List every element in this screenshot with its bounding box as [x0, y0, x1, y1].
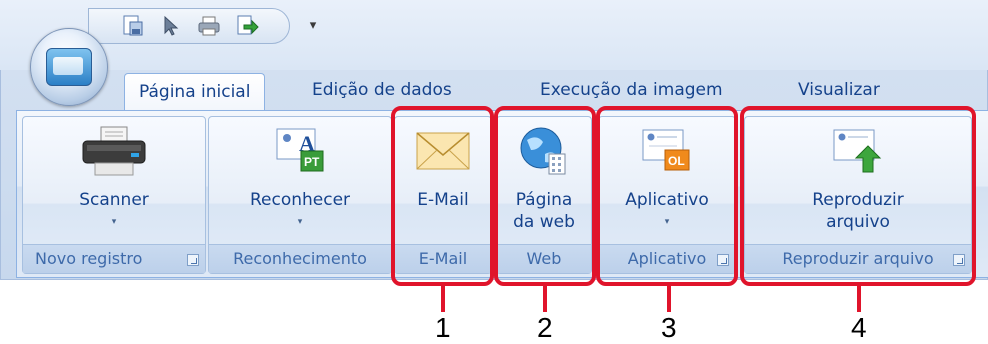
- group-novo-registro: Scanner ▾ Novo registro: [22, 116, 206, 274]
- pointer-icon[interactable]: [157, 13, 185, 39]
- tab-edicao-de-dados[interactable]: Edição de dados: [298, 72, 466, 108]
- callout-box-3: [596, 106, 738, 286]
- reconhecer-button-label: Reconhecer: [249, 190, 351, 210]
- print-icon[interactable]: [195, 13, 223, 39]
- reconhecer-button[interactable]: A PT Reconhecer ▾: [209, 117, 391, 245]
- scanner-button[interactable]: Scanner ▾: [23, 117, 205, 245]
- tab-execucao-da-imagem[interactable]: Execução da imagem: [526, 72, 737, 108]
- ribbon-tab-bar: Página inicial Edição de dados Execução …: [108, 70, 988, 111]
- save-layout-icon[interactable]: [119, 13, 147, 39]
- callout-box-1: [391, 106, 494, 286]
- svg-text:PT: PT: [304, 155, 320, 169]
- reconhecer-dropdown-arrow[interactable]: ▾: [209, 217, 391, 227]
- callout-leader-4: [857, 286, 861, 312]
- scanner-button-label: Scanner: [79, 190, 149, 210]
- group-title-reconhecimento: Reconhecimento: [209, 244, 391, 273]
- callout-box-2: [494, 106, 596, 286]
- callout-number-4: 4: [851, 312, 867, 343]
- quick-access-toolbar: [88, 8, 290, 44]
- customize-quick-access-dropdown[interactable]: ▾: [306, 16, 320, 36]
- group-title-novo-registro: Novo registro: [23, 244, 205, 273]
- tab-visualizar[interactable]: Visualizar: [784, 72, 894, 108]
- recognize-icon: A PT: [276, 128, 324, 172]
- export-icon[interactable]: [233, 13, 261, 39]
- scanner-icon: [82, 126, 146, 176]
- tab-pagina-inicial[interactable]: Página inicial: [124, 73, 266, 111]
- callout-leader-3: [667, 286, 671, 312]
- scanner-dropdown-arrow[interactable]: ▾: [23, 217, 205, 227]
- callout-leader-2: [543, 286, 547, 312]
- callout-box-4: [740, 106, 976, 286]
- callout-leader-1: [441, 286, 445, 312]
- application-menu-button[interactable]: [30, 28, 108, 106]
- callout-number-3: 3: [661, 312, 677, 343]
- scanner-app-logo-icon: [46, 48, 92, 86]
- callout-number-2: 2: [537, 312, 553, 343]
- callout-number-1: 1: [435, 312, 451, 343]
- group-reconhecimento: A PT Reconhecer ▾ Reconhecimento: [208, 116, 392, 274]
- novo-registro-launcher-icon[interactable]: [187, 254, 199, 266]
